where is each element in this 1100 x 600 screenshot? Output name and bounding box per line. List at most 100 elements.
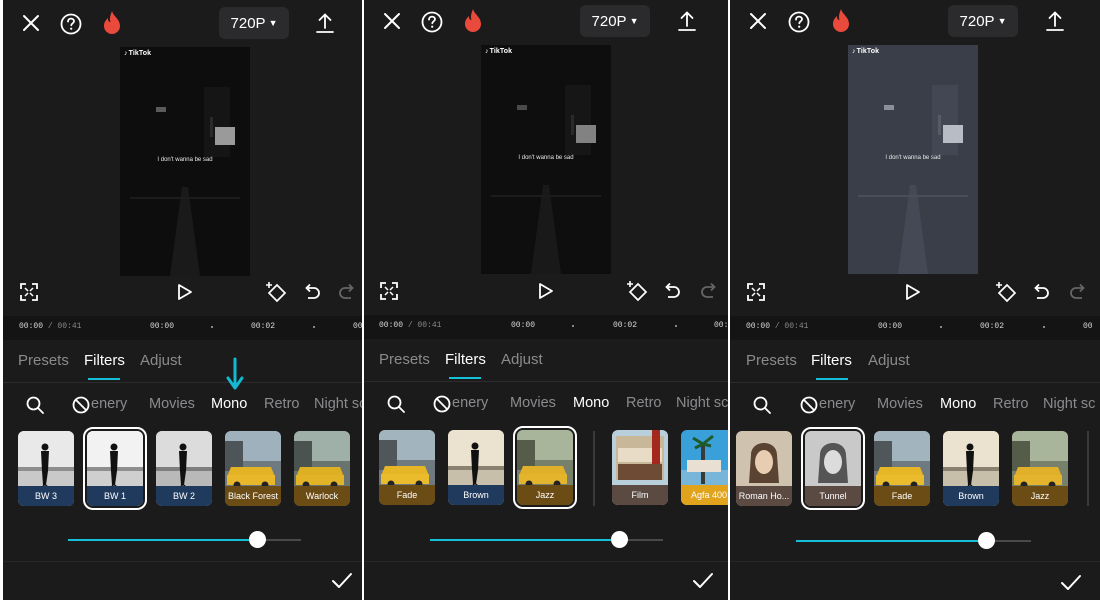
play-icon[interactable]: [905, 283, 921, 301]
filter-thumbnail[interactable]: BW 2: [156, 431, 212, 506]
category-night[interactable]: Night sc: [314, 396, 362, 412]
category-night[interactable]: Night sc: [676, 395, 728, 411]
filter-label: BW 1: [87, 486, 143, 506]
tab-adjust[interactable]: Adjust: [140, 352, 182, 369]
confirm-check-icon[interactable]: [331, 572, 353, 590]
undo-icon[interactable]: [303, 283, 321, 301]
category-movies[interactable]: Movies: [149, 396, 195, 412]
no-filter-icon[interactable]: [433, 395, 451, 413]
no-filter-icon[interactable]: [72, 396, 90, 414]
intensity-slider-fill: [796, 540, 986, 542]
timeline-tick: 00:00: [511, 321, 536, 330]
search-icon[interactable]: [753, 396, 771, 414]
help-icon[interactable]: [421, 11, 443, 33]
help-icon[interactable]: [788, 11, 810, 33]
resolution-selector[interactable]: 720P ▼: [948, 5, 1018, 37]
confirm-check-icon[interactable]: [692, 572, 714, 590]
tab-filters[interactable]: Filters: [445, 351, 486, 368]
filter-thumbnail[interactable]: Warlock: [294, 431, 350, 506]
flame-icon[interactable]: [102, 10, 122, 36]
filter-thumbnail[interactable]: Roman Ho...: [736, 431, 792, 506]
timeline[interactable]: 00:00 / 00:41 00:00 00:02 00:: [364, 315, 728, 339]
redo-icon[interactable]: [338, 283, 356, 301]
timeline[interactable]: 00:00 / 00:41 00:00 00:02 00: [3, 316, 362, 340]
keyframe-icon[interactable]: [626, 280, 648, 302]
fullscreen-icon[interactable]: [380, 282, 398, 300]
close-icon[interactable]: [749, 12, 767, 30]
export-icon[interactable]: [677, 10, 697, 32]
fullscreen-icon[interactable]: [20, 283, 38, 301]
filter-thumbnail[interactable]: BW 3: [18, 431, 74, 506]
fullscreen-icon[interactable]: [747, 283, 765, 301]
category-mono[interactable]: Mono: [573, 395, 609, 411]
filter-thumbnail[interactable]: Black Forest: [225, 431, 281, 506]
category-night[interactable]: Night sc: [1043, 396, 1095, 412]
filter-thumbnail[interactable]: Agfa 400: [681, 430, 728, 505]
filter-thumbnail[interactable]: Fade: [379, 430, 435, 505]
filter-label: BW 3: [18, 486, 74, 506]
tab-bar: Presets Filters Adjust: [3, 342, 362, 383]
category-scenery[interactable]: enery: [91, 396, 127, 412]
redo-icon[interactable]: [1069, 283, 1087, 301]
category-mono[interactable]: Mono: [940, 396, 976, 412]
tab-adjust[interactable]: Adjust: [501, 351, 543, 368]
filter-category-bar: enery Movies Mono Retro Night sc: [364, 389, 728, 419]
timeline-dot: [313, 326, 315, 328]
tab-bar: Presets Filters Adjust: [364, 341, 728, 382]
filter-thumbnail[interactable]: Fade: [874, 431, 930, 506]
help-icon[interactable]: [60, 13, 82, 35]
redo-icon[interactable]: [700, 282, 718, 300]
export-icon[interactable]: [315, 12, 335, 34]
category-mono[interactable]: Mono: [211, 396, 247, 412]
flame-icon[interactable]: [463, 8, 483, 34]
filter-thumbnail-selected[interactable]: Jazz: [513, 426, 577, 509]
filter-thumbnail[interactable]: Brown: [448, 430, 504, 505]
caret-down-icon: ▼: [997, 16, 1007, 26]
play-icon[interactable]: [538, 282, 554, 300]
intensity-slider-knob[interactable]: [978, 532, 995, 549]
undo-icon[interactable]: [1032, 283, 1050, 301]
video-preview[interactable]: TikTok I don't wanna be sad: [120, 47, 250, 276]
close-icon[interactable]: [383, 12, 401, 30]
video-preview[interactable]: TikTok I don't wanna be sad: [848, 45, 978, 274]
tab-presets[interactable]: Presets: [746, 352, 797, 369]
flame-icon[interactable]: [831, 8, 851, 34]
filter-label: BW 2: [156, 486, 212, 506]
category-retro[interactable]: Retro: [626, 395, 661, 411]
play-icon[interactable]: [177, 283, 193, 301]
filter-thumbnail[interactable]: Jazz: [1012, 431, 1068, 506]
tab-presets[interactable]: Presets: [379, 351, 430, 368]
export-icon[interactable]: [1045, 10, 1065, 32]
tab-presets[interactable]: Presets: [18, 352, 69, 369]
category-retro[interactable]: Retro: [993, 396, 1028, 412]
resolution-selector[interactable]: 720P ▼: [219, 7, 289, 39]
intensity-slider-knob[interactable]: [249, 531, 266, 548]
filter-thumbnail-selected[interactable]: Tunnel: [801, 427, 865, 510]
timeline[interactable]: 00:00 / 00:41 00:00 00:02 00: [730, 316, 1100, 340]
filter-thumbnail[interactable]: Brown: [943, 431, 999, 506]
category-scenery[interactable]: enery: [819, 396, 855, 412]
tab-adjust[interactable]: Adjust: [868, 352, 910, 369]
search-icon[interactable]: [387, 395, 405, 413]
keyframe-icon[interactable]: [265, 281, 287, 303]
confirm-check-icon[interactable]: [1060, 574, 1082, 592]
category-movies[interactable]: Movies: [877, 396, 923, 412]
category-scenery[interactable]: enery: [452, 395, 488, 411]
video-preview[interactable]: TikTok I don't wanna be sad: [481, 45, 611, 274]
filter-thumbnail[interactable]: Film: [612, 430, 668, 505]
tab-filters[interactable]: Filters: [84, 352, 125, 369]
tab-filters[interactable]: Filters: [811, 352, 852, 369]
no-filter-icon[interactable]: [800, 396, 818, 414]
search-icon[interactable]: [26, 396, 44, 414]
undo-icon[interactable]: [663, 282, 681, 300]
thumbnail-divider: [593, 431, 595, 506]
filter-thumbnail-selected[interactable]: BW 1: [83, 427, 147, 510]
resolution-selector[interactable]: 720P ▼: [580, 5, 650, 37]
timeline-dot: [1043, 326, 1045, 328]
category-movies[interactable]: Movies: [510, 395, 556, 411]
close-icon[interactable]: [22, 14, 40, 32]
category-retro[interactable]: Retro: [264, 396, 299, 412]
timeline-tick: 00:02: [613, 321, 638, 330]
intensity-slider-knob[interactable]: [611, 531, 628, 548]
keyframe-icon[interactable]: [995, 281, 1017, 303]
